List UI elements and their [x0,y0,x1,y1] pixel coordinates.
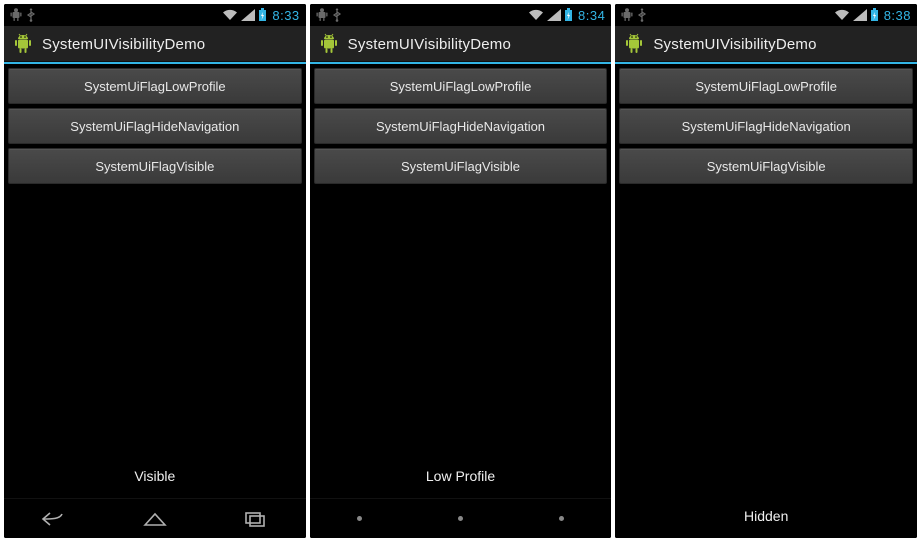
signal-icon [547,9,561,21]
recents-button[interactable] [227,505,283,533]
device-screen-low-profile: 8:34 SystemUIVisibilityDemo SystemUiFlag… [310,4,612,538]
action-bar: SystemUIVisibilityDemo [4,26,306,64]
app-title: SystemUIVisibilityDemo [42,36,205,53]
content-area: SystemUiFlagLowProfile SystemUiFlagHideN… [4,64,306,498]
visibility-status-label: Low Profile [310,468,612,484]
status-bar: 8:34 [310,4,612,26]
back-icon [40,510,68,528]
back-button[interactable] [26,505,82,533]
low-profile-button[interactable]: SystemUiFlagLowProfile [8,68,302,104]
hide-navigation-button[interactable]: SystemUiFlagHideNavigation [314,108,608,144]
device-screen-hidden: 8:38 SystemUIVisibilityDemo SystemUiFlag… [615,4,917,538]
bugdroid-dim-icon [10,8,22,22]
bugdroid-icon [12,33,34,55]
dot-icon [458,516,463,521]
visible-button[interactable]: SystemUiFlagVisible [314,148,608,184]
recents-icon [242,510,268,528]
signal-icon [241,9,255,21]
bugdroid-dim-icon [621,8,633,22]
status-clock: 8:33 [272,8,299,23]
visible-button[interactable]: SystemUiFlagVisible [619,148,913,184]
navigation-bar-low-profile [310,498,612,538]
low-profile-button[interactable]: SystemUiFlagLowProfile [314,68,608,104]
home-icon [141,510,169,528]
content-area: SystemUiFlagLowProfile SystemUiFlagHideN… [615,64,917,538]
low-profile-button[interactable]: SystemUiFlagLowProfile [619,68,913,104]
home-button[interactable] [127,505,183,533]
wifi-icon [834,9,850,21]
status-clock: 8:34 [578,8,605,23]
wifi-icon [528,9,544,21]
signal-icon [853,9,867,21]
status-clock: 8:38 [884,8,911,23]
home-button[interactable] [432,505,488,533]
app-title: SystemUIVisibilityDemo [348,36,511,53]
navigation-bar [4,498,306,538]
content-area: SystemUiFlagLowProfile SystemUiFlagHideN… [310,64,612,498]
battery-charging-icon [870,8,879,22]
visibility-status-label: Hidden [615,508,917,524]
visible-button[interactable]: SystemUiFlagVisible [8,148,302,184]
status-bar: 8:33 [4,4,306,26]
app-title: SystemUIVisibilityDemo [653,36,816,53]
bugdroid-icon [623,33,645,55]
hide-navigation-button[interactable]: SystemUiFlagHideNavigation [619,108,913,144]
usb-dim-icon [332,8,342,22]
visibility-status-label: Visible [4,468,306,484]
action-bar: SystemUIVisibilityDemo [310,26,612,64]
bugdroid-icon [318,33,340,55]
recents-button[interactable] [533,505,589,533]
battery-charging-icon [258,8,267,22]
dot-icon [559,516,564,521]
hide-navigation-button[interactable]: SystemUiFlagHideNavigation [8,108,302,144]
usb-dim-icon [637,8,647,22]
usb-dim-icon [26,8,36,22]
bugdroid-dim-icon [316,8,328,22]
action-bar: SystemUIVisibilityDemo [615,26,917,64]
status-bar: 8:38 [615,4,917,26]
wifi-icon [222,9,238,21]
battery-charging-icon [564,8,573,22]
dot-icon [357,516,362,521]
back-button[interactable] [332,505,388,533]
device-screen-visible: 8:33 SystemUIVisibilityDemo SystemUiFlag… [4,4,306,538]
